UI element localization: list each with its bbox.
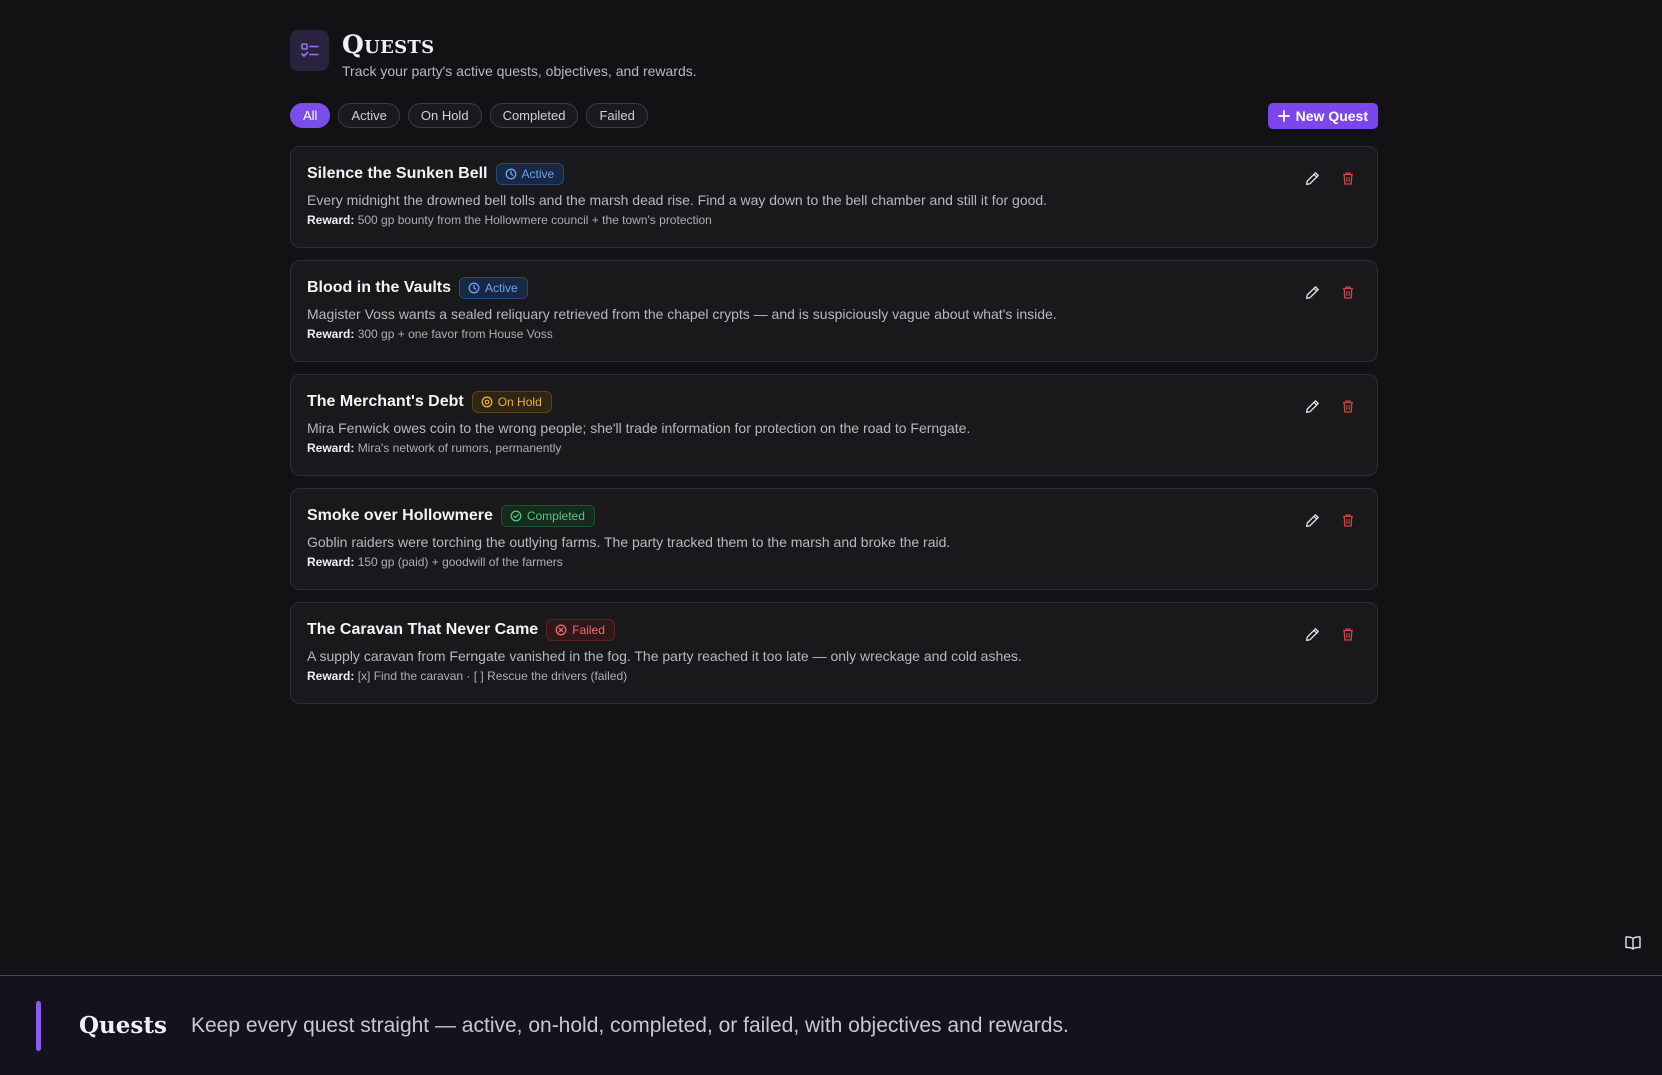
quest-description: Every midnight the drowned bell tolls an… (307, 192, 1048, 208)
plus-icon (1277, 110, 1290, 122)
quest-card[interactable]: The Caravan That Never Came Failed A sup… (290, 602, 1378, 704)
delete-quest-button[interactable] (1339, 397, 1357, 415)
page-subtitle: Track your party's active quests, object… (342, 63, 697, 79)
footer-title: Quests (79, 1012, 167, 1039)
reward-label: Reward: (307, 669, 355, 683)
status-label: Active (485, 281, 518, 295)
edit-quest-button[interactable] (1303, 511, 1321, 529)
new-quest-label: New Quest (1295, 108, 1368, 124)
pencil-icon (1305, 399, 1319, 413)
reward-label: Reward: (307, 441, 355, 455)
quest-card[interactable]: Blood in the Vaults Active Magister Voss… (290, 260, 1378, 362)
status-badge: Failed (546, 619, 615, 641)
filter-on-hold[interactable]: On Hold (407, 103, 482, 128)
status-filter-bar: All Active On Hold Completed Failed (290, 103, 648, 128)
delete-quest-button[interactable] (1339, 169, 1357, 187)
pencil-icon (1305, 171, 1319, 185)
quest-card[interactable]: Silence the Sunken Bell Active Every mid… (290, 146, 1378, 248)
reward-value: 500 gp bounty from the Hollowmere counci… (357, 213, 712, 227)
edit-quest-button[interactable] (1303, 625, 1321, 643)
edit-quest-button[interactable] (1303, 283, 1321, 301)
footer-description: Keep every quest straight — active, on-h… (191, 1014, 1069, 1037)
quest-reward: Reward: 150 gp (paid) + goodwill of the … (307, 555, 1361, 569)
quest-reward: Reward: 500 gp bounty from the Hollowmer… (307, 213, 1361, 227)
quest-card[interactable]: The Merchant's Debt On Hold Mira Fenwick… (290, 374, 1378, 476)
pencil-icon (1305, 627, 1319, 641)
reward-value: [x] Find the caravan · [ ] Rescue the dr… (357, 669, 628, 683)
quest-reward: Reward: [x] Find the caravan · [ ] Rescu… (307, 669, 1361, 683)
quest-reward: Reward: 300 gp + one favor from House Vo… (307, 327, 1361, 341)
quest-reward: Reward: Mira's network of rumors, perman… (307, 441, 1361, 455)
quest-title: The Caravan That Never Came (307, 621, 539, 638)
new-quest-button[interactable]: New Quest (1267, 103, 1378, 129)
quest-title: Silence the Sunken Bell (307, 165, 488, 182)
filter-failed[interactable]: Failed (586, 103, 648, 128)
reward-label: Reward: (307, 555, 355, 569)
page-header: Quests Track your party's active quests,… (290, 30, 697, 79)
pencil-icon (1305, 513, 1319, 527)
reward-label: Reward: (307, 213, 355, 227)
status-label: Completed (526, 509, 585, 523)
reward-value: 300 gp + one favor from House Voss (357, 327, 553, 341)
list-check-icon (290, 30, 329, 71)
quest-card[interactable]: Smoke over Hollowmere Completed Goblin r… (290, 488, 1378, 590)
status-badge: Active (495, 163, 565, 185)
quest-description: Goblin raiders were torching the outlyin… (307, 534, 951, 550)
status-badge: On Hold (471, 391, 552, 413)
reward-value: 150 gp (paid) + goodwill of the farmers (357, 555, 563, 569)
pause-circle-icon (481, 396, 493, 408)
status-badge: Completed (500, 505, 595, 527)
trash-icon (1343, 513, 1353, 527)
reward-label: Reward: (307, 327, 355, 341)
status-label: On Hold (497, 395, 542, 409)
quest-title: Blood in the Vaults (307, 279, 452, 296)
pencil-icon (1305, 285, 1319, 299)
filter-completed[interactable]: Completed (489, 103, 579, 128)
status-badge: Active (459, 277, 528, 299)
trash-icon (1343, 285, 1353, 299)
status-label: Failed (572, 623, 605, 637)
status-label: Active (521, 167, 555, 181)
trash-icon (1343, 171, 1353, 185)
clock-icon (505, 168, 516, 180)
clock-icon (468, 282, 480, 294)
delete-quest-button[interactable] (1339, 625, 1357, 643)
trash-icon (1343, 399, 1353, 413)
quest-description: Magister Voss wants a sealed reliquary r… (307, 306, 1057, 322)
quest-description: Mira Fenwick owes coin to the wrong peop… (307, 420, 971, 436)
edit-quest-button[interactable] (1303, 397, 1321, 415)
delete-quest-button[interactable] (1339, 283, 1357, 301)
trash-icon (1343, 627, 1353, 641)
delete-quest-button[interactable] (1339, 511, 1357, 529)
reward-value: Mira's network of rumors, permanently (357, 441, 562, 455)
filter-all[interactable]: All (290, 103, 331, 128)
quest-list: Silence the Sunken Bell Active Every mid… (290, 146, 1378, 704)
quest-title: Smoke over Hollowmere (307, 507, 493, 524)
page-title: Quests (342, 30, 435, 59)
quest-description: A supply caravan from Ferngate vanished … (307, 648, 1022, 664)
caption-footer: Quests Keep every quest straight — activ… (0, 975, 1662, 1075)
accent-bar (36, 1001, 41, 1051)
edit-quest-button[interactable] (1303, 169, 1321, 187)
check-circle-icon (510, 510, 522, 522)
filter-active[interactable]: Active (338, 103, 400, 128)
x-circle-icon (555, 624, 567, 636)
quest-title: The Merchant's Debt (307, 393, 464, 410)
book-open-icon[interactable] (1624, 935, 1642, 956)
